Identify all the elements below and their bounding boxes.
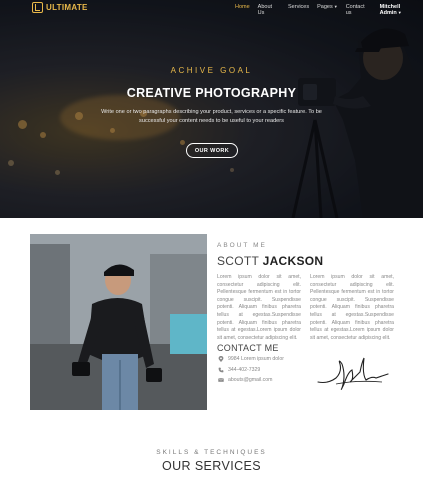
nav-item-services[interactable]: Services xyxy=(288,4,309,16)
logo-text: ULTIMATE xyxy=(46,3,88,12)
signature-image xyxy=(317,357,389,390)
our-work-button[interactable]: OUR WORK xyxy=(186,143,238,158)
about-last-name: JACKSON xyxy=(262,254,324,268)
hero-banner: ULTIMATE Home About Us Services Pages▼ C… xyxy=(0,0,423,218)
about-paragraph-1: Lorem ipsum dolor sit amet, consectetur … xyxy=(217,274,301,341)
user-menu[interactable]: Mitchell Admin▼ xyxy=(380,4,423,16)
services-label: SKILLS & TECHNIQUES xyxy=(156,449,267,456)
nav-item-pages[interactable]: Pages▼ xyxy=(317,4,338,16)
contact-title: CONTACT ME xyxy=(217,343,279,353)
about-first-name: SCOTT xyxy=(217,254,259,268)
contact-phone: 344-402-7329 xyxy=(218,367,260,373)
caret-down-icon: ▼ xyxy=(397,10,402,15)
hero-description: Write one or two paragraphs describing y… xyxy=(101,109,322,124)
hero-subtitle: ACHIVE GOAL xyxy=(170,66,253,75)
photographer-portrait xyxy=(30,234,207,410)
caret-down-icon: ▼ xyxy=(333,4,338,9)
phone-icon xyxy=(218,367,224,373)
logo-mark-icon xyxy=(32,2,43,13)
nav-item-about-us[interactable]: About Us xyxy=(258,4,280,16)
about-photo xyxy=(30,234,207,410)
nav-menu: Home About Us Services Pages▼ Contact us… xyxy=(235,4,423,16)
email-text[interactable]: abouts@gmail.com xyxy=(228,377,272,383)
hero-title: CREATIVE PHOTOGRAPHY xyxy=(126,86,297,100)
address-text: 9984 Lorem ipsum dolor xyxy=(228,356,284,362)
top-navbar: ULTIMATE Home About Us Services Pages▼ C… xyxy=(0,0,423,16)
about-label: ABOUT ME xyxy=(217,242,267,249)
about-name: SCOTT JACKSON xyxy=(217,254,323,268)
about-paragraph-2: Lorem ipsum dolor sit amet, consectetur … xyxy=(310,274,394,341)
services-title: OUR SERVICES xyxy=(161,459,262,473)
nav-item-contact-us[interactable]: Contact us xyxy=(346,4,372,16)
nav-item-home[interactable]: Home xyxy=(235,4,250,16)
contact-address: 9984 Lorem ipsum dolor xyxy=(218,356,284,362)
location-pin-icon xyxy=(218,356,224,362)
contact-email: abouts@gmail.com xyxy=(218,377,272,383)
nav-item-pages-label: Pages xyxy=(317,4,333,10)
envelope-icon xyxy=(218,378,224,382)
logo[interactable]: ULTIMATE xyxy=(32,2,88,13)
phone-text: 344-402-7329 xyxy=(228,367,261,373)
